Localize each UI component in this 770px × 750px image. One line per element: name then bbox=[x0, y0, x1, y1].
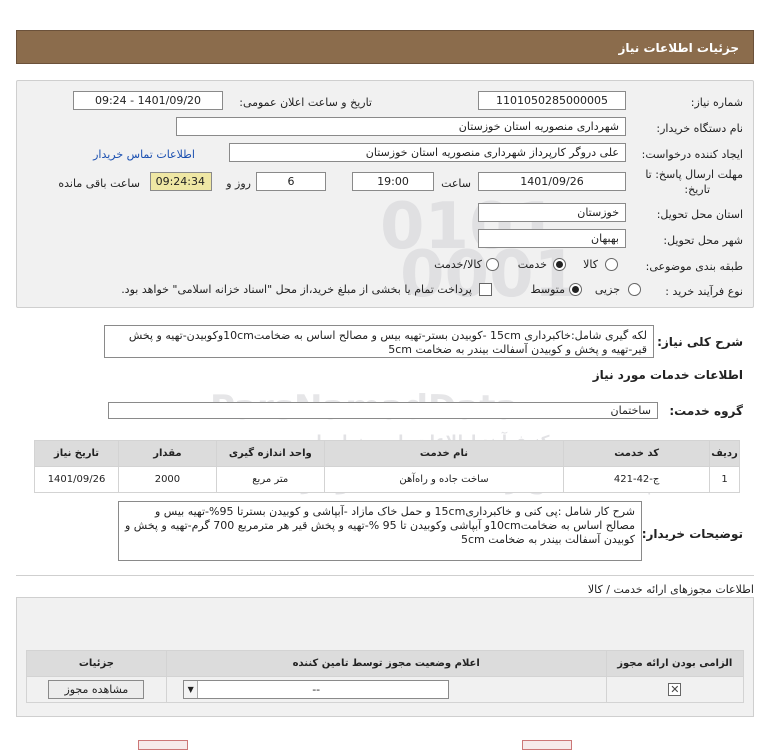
process-radio-medium[interactable] bbox=[569, 283, 582, 296]
services-section-title: اطلاعات خدمات مورد نیاز bbox=[592, 368, 743, 382]
process-option-minor: جزیی bbox=[594, 283, 620, 296]
permits-table: الزامی بودن ارائه مجوز اعلام وضعیت مجوز … bbox=[26, 650, 745, 703]
permit-status-select[interactable]: ▼ -- bbox=[183, 680, 450, 699]
remaining-time-label: ساعت باقی مانده bbox=[58, 177, 140, 190]
col-row: ردیف bbox=[709, 440, 740, 467]
service-group-field[interactable]: ساختمان bbox=[108, 402, 658, 419]
requester-field[interactable]: علی دروگر کارپرداز شهرداری منصوریه استان… bbox=[229, 143, 626, 162]
category-radio-service[interactable] bbox=[553, 258, 566, 271]
category-label: طبقه بندی موضوعی: bbox=[645, 260, 743, 273]
bottom-button-right[interactable] bbox=[522, 740, 572, 750]
summary-label: شرح کلی نیاز: bbox=[657, 335, 743, 349]
permit-required-checkbox[interactable]: ✕ bbox=[668, 683, 682, 696]
permits-table-header: الزامی بودن ارائه مجوز اعلام وضعیت مجوز … bbox=[26, 650, 745, 677]
buyer-org-field[interactable]: شهرداری منصوریه استان خوزستان bbox=[176, 117, 626, 136]
col-permit-required: الزامی بودن ارائه مجوز bbox=[605, 650, 745, 677]
category-option-goods: کالا bbox=[583, 258, 598, 271]
cell-quantity: 2000 bbox=[118, 466, 217, 493]
deadline-time-label: ساعت bbox=[441, 177, 471, 190]
service-group-label: گروه خدمت: bbox=[669, 404, 743, 418]
province-label: استان محل تحویل: bbox=[656, 208, 743, 221]
col-quantity: مقدار bbox=[118, 440, 217, 467]
col-permit-details: جزئیات bbox=[26, 650, 167, 677]
chevron-down-icon[interactable]: ▼ bbox=[184, 681, 199, 698]
requester-label: ایجاد کننده درخواست: bbox=[641, 148, 743, 161]
process-option-medium: متوسط bbox=[530, 283, 565, 296]
cell-unit: متر مربع bbox=[215, 466, 325, 493]
col-service-name: نام خدمت bbox=[323, 440, 565, 467]
page-header: جزئیات اطلاعات نیاز bbox=[16, 30, 754, 64]
cell-row: 1 bbox=[709, 466, 740, 493]
category-option-service: خدمت bbox=[517, 258, 547, 271]
contact-buyer-link[interactable]: اطلاعات تماس خریدار bbox=[93, 148, 195, 161]
view-permit-button[interactable]: مشاهده مجوز bbox=[48, 680, 145, 699]
services-table: ردیف کد خدمت نام خدمت واحد اندازه گیری م… bbox=[33, 440, 740, 493]
announce-date-field[interactable]: 1401/09/20 - 09:24 bbox=[73, 91, 223, 110]
treasury-payment-note: پرداخت تمام یا بخشی از مبلغ خرید،از محل … bbox=[121, 283, 472, 296]
table-row: 1 ج-42-421 ساخت جاده و راه‌آهن متر مربع … bbox=[33, 466, 740, 493]
col-permit-status: اعلام وضعیت مجوز توسط تامین کننده bbox=[165, 650, 607, 677]
buyer-org-label: نام دستگاه خریدار: bbox=[656, 122, 743, 135]
page-title: جزئیات اطلاعات نیاز bbox=[618, 41, 739, 55]
need-number-field[interactable]: 1101050285000005 bbox=[478, 91, 626, 110]
process-label: نوع فرآیند خرید : bbox=[665, 285, 743, 298]
bottom-button-left[interactable] bbox=[138, 740, 188, 750]
need-details-panel bbox=[16, 80, 754, 308]
summary-text: لکه گیری شامل:خاکبرداری 15cm -کوبیدن بست… bbox=[104, 325, 654, 358]
permits-section-title: اطلاعات مجوزهای ارائه خدمت / کالا bbox=[587, 583, 754, 596]
table-row: ✕ ▼ -- مشاهده مجوز bbox=[26, 676, 745, 703]
col-unit: واحد اندازه گیری bbox=[215, 440, 325, 467]
days-field[interactable]: 6 bbox=[256, 172, 326, 191]
process-radio-minor[interactable] bbox=[628, 283, 641, 296]
cell-permit-status: ▼ -- bbox=[165, 676, 607, 703]
deadline-date-field[interactable]: 1401/09/26 bbox=[478, 172, 626, 191]
cell-permit-details: مشاهده مجوز bbox=[26, 676, 167, 703]
category-radio-goods[interactable] bbox=[605, 258, 618, 271]
buyer-desc-text: شرح کار شامل :پی کنی و خاکبرداری15cm و ح… bbox=[118, 501, 642, 561]
city-label: شهر محل تحویل: bbox=[663, 234, 743, 247]
province-field[interactable]: خوزستان bbox=[478, 203, 626, 222]
need-number-label: شماره نیاز: bbox=[690, 96, 743, 109]
days-label: روز و bbox=[226, 177, 251, 190]
section-divider bbox=[16, 575, 754, 576]
cell-service-name: ساخت جاده و راه‌آهن bbox=[323, 466, 565, 493]
deadline-label: مهلت ارسال پاسخ: تا bbox=[645, 168, 743, 181]
services-table-header: ردیف کد خدمت نام خدمت واحد اندازه گیری م… bbox=[33, 440, 740, 467]
city-field[interactable]: بهبهان bbox=[478, 229, 626, 248]
category-option-goods-service: کالا/خدمت bbox=[434, 258, 482, 271]
category-radio-goods-service[interactable] bbox=[486, 258, 499, 271]
treasury-payment-checkbox[interactable] bbox=[479, 283, 492, 296]
deadline-time-field[interactable]: 19:00 bbox=[352, 172, 434, 191]
buyer-desc-label: توضیحات خریدار: bbox=[641, 527, 743, 541]
cell-permit-required: ✕ bbox=[605, 676, 745, 703]
announce-date-label: تاریخ و ساعت اعلان عمومی: bbox=[239, 96, 372, 109]
col-service-code: کد خدمت bbox=[563, 440, 711, 467]
permit-status-value: -- bbox=[312, 683, 321, 696]
cell-service-code: ج-42-421 bbox=[563, 466, 711, 493]
cell-need-date: 1401/09/26 bbox=[33, 466, 120, 493]
col-need-date: تاریخ نیاز bbox=[33, 440, 120, 467]
deadline-date-label: تاریخ: bbox=[684, 183, 710, 196]
remaining-time-field: 09:24:34 bbox=[150, 172, 212, 191]
